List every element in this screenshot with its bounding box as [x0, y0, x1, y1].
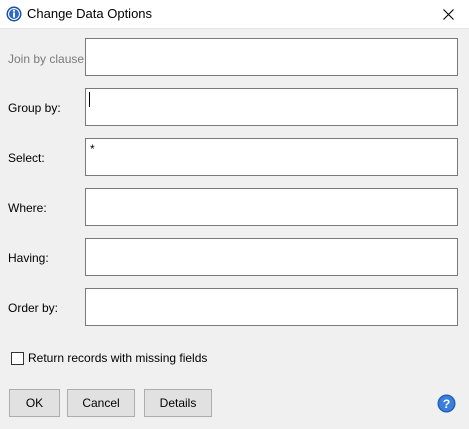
svg-text:?: ?: [443, 397, 451, 411]
missing-fields-label: Return records with missing fields: [28, 351, 208, 365]
ok-button[interactable]: OK: [9, 389, 60, 417]
group-by-field[interactable]: [85, 88, 458, 126]
details-button[interactable]: Details: [144, 389, 212, 417]
join-by-field[interactable]: [85, 38, 458, 76]
info-icon: [6, 6, 22, 22]
close-button[interactable]: [427, 0, 469, 28]
where-field[interactable]: [85, 188, 458, 226]
select-field[interactable]: *: [85, 138, 458, 176]
help-icon[interactable]: ?: [437, 394, 456, 413]
missing-fields-checkbox[interactable]: [11, 351, 24, 365]
close-icon: [442, 8, 454, 20]
change-data-options-dialog: Change Data Options Join by clause: Grou…: [0, 0, 469, 429]
missing-fields-option[interactable]: Return records with missing fields: [11, 351, 207, 365]
cancel-button[interactable]: Cancel: [67, 389, 135, 417]
window-title: Change Data Options: [27, 6, 153, 21]
title-bar: Change Data Options: [0, 0, 469, 29]
group-by-label: Group by:: [8, 101, 61, 115]
order-by-field[interactable]: [85, 288, 458, 326]
having-label: Having:: [8, 251, 49, 265]
having-field[interactable]: [85, 238, 458, 276]
text-caret: [89, 92, 90, 107]
where-label: Where:: [8, 201, 47, 215]
select-label: Select:: [8, 151, 45, 165]
order-by-label: Order by:: [8, 301, 59, 315]
join-by-label: Join by clause:: [8, 52, 88, 66]
